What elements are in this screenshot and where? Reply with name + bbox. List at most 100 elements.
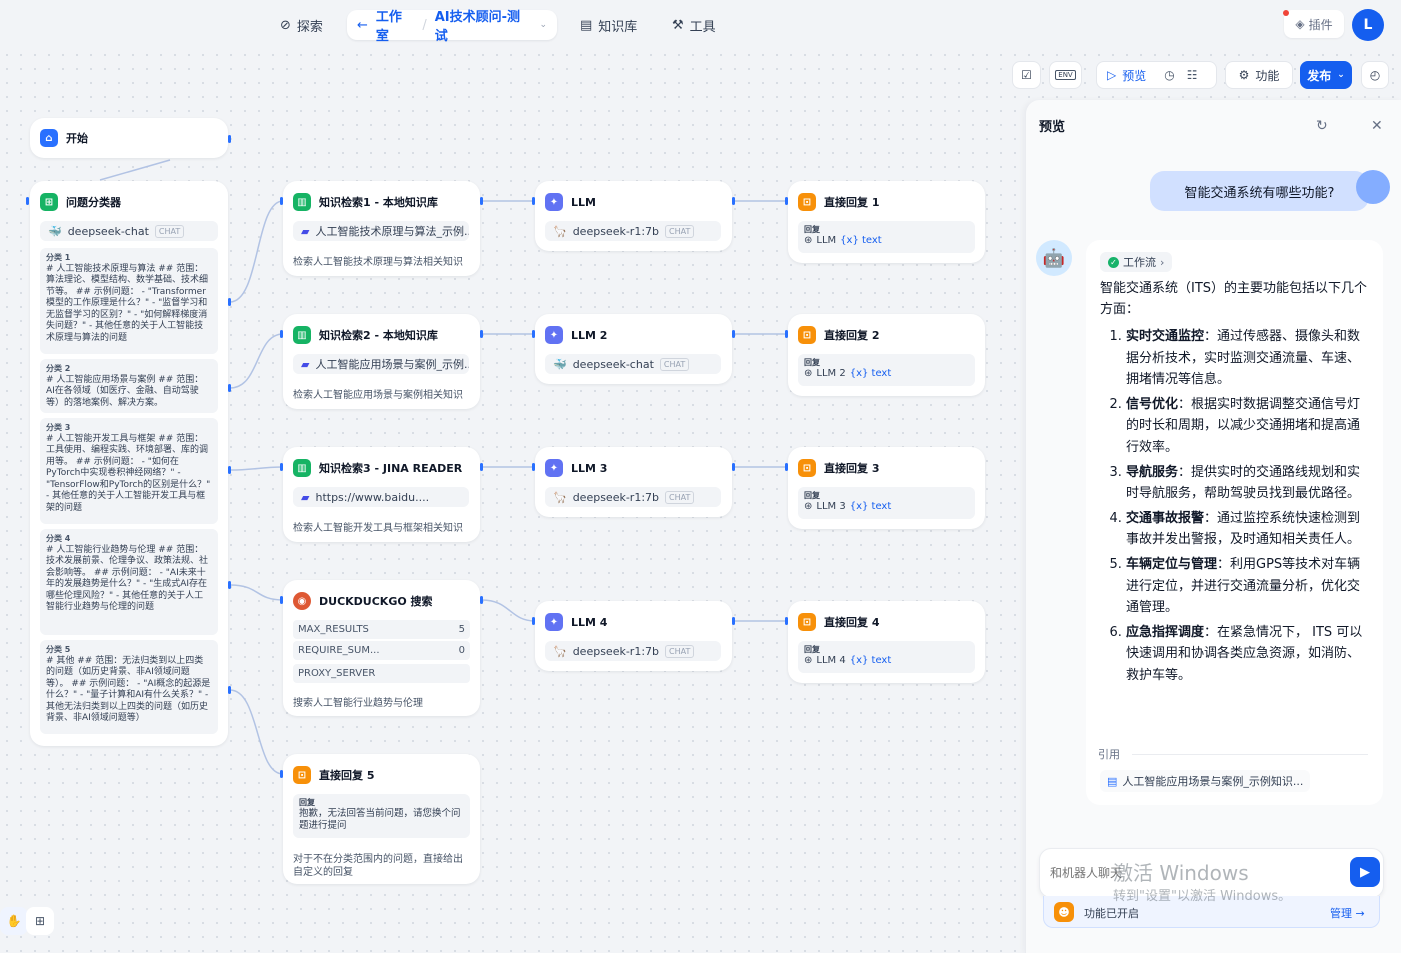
node-direct-answer-1[interactable]: ⊡ 直接回复 1 回复 ⊛ LLM {x} text [788,181,985,263]
dataset-item[interactable]: ▰ 人工智能技术原理与算法_示例... [293,221,469,241]
kr1-output-handle[interactable] [480,197,483,205]
llm-model[interactable]: 🦙 deepseek-r1:7b CHAT [545,221,721,241]
answer-output: 回复 ⊛ LLM 3 {x} text [798,487,975,519]
classifier-model[interactable]: 🐳 deepseek-chat CHAT [40,221,218,241]
node-duckduckgo-search[interactable]: ◉ DUCKDUCKGO 搜索 MAX_RESULTS 5 REQUIRE_SU… [283,580,480,716]
app-name[interactable]: AI技术顾问-测试 [435,6,532,44]
answer-icon: ⊡ [798,613,816,631]
folder-icon: ▰ [301,490,310,504]
layout-button[interactable]: ⊞ [26,907,54,935]
node-question-classifier[interactable]: ⊞ 问题分类器 🐳 deepseek-chat CHAT 分类 1 # 人工智能… [30,181,228,746]
node-llm-2[interactable]: ✦ LLM 2 🐳 deepseek-chat CHAT [535,314,732,384]
llm-model[interactable]: 🦙 deepseek-r1:7b CHAT [545,641,721,661]
answer-output: 回复 ⊛ LLM 2 {x} text [798,354,975,386]
bot-answer: ✓ 工作流 › 智能交通系统（ITS）的主要功能包括以下几个方面： 实时交通监控… [1086,240,1383,805]
class-2-handle[interactable] [228,384,231,392]
list-item: 应急指挥调度：在紧急情况下， ITS 可以快速调用和协调各类应急资源，如消防、救… [1126,622,1369,687]
manage-link[interactable]: 管理 → [1330,905,1365,921]
llm3-output-handle[interactable] [732,463,735,471]
citation-item[interactable]: ▤ 人工智能应用场景与案例_示例知识... [1100,770,1311,792]
dataset-item[interactable]: ▰ 人工智能应用场景与案例_示例... [293,354,469,374]
list-item: 车辆定位与管理：利用GPS等技术对车辆进行定位，并进行交通流量分析，优化交通管理… [1126,554,1369,619]
llm1-input-handle[interactable] [532,197,535,205]
class-3-handle[interactable] [228,466,231,474]
node-direct-answer-3[interactable]: ⊡ 直接回复 3 回复 ⊛ LLM 3 {x} text [788,447,985,529]
llm-icon: ✦ [545,193,563,211]
pan-mode-button[interactable]: ✋ [0,907,28,935]
nav-studio[interactable]: 工作室 [376,6,414,44]
kr2-input-handle[interactable] [280,330,283,338]
node-llm-3[interactable]: ✦ LLM 3 🦙 deepseek-r1:7b CHAT [535,447,732,517]
duckduckgo-icon: ◉ [293,592,311,610]
llm-model[interactable]: 🦙 deepseek-r1:7b CHAT [545,487,721,507]
ddg-output-handle[interactable] [480,596,483,604]
node-llm-1[interactable]: ✦ LLM 🦙 deepseek-r1:7b CHAT [535,181,732,251]
ans4-input-handle[interactable] [785,617,788,625]
ans2-input-handle[interactable] [785,330,788,338]
llm4-input-handle[interactable] [532,617,535,625]
nav-tools[interactable]: ⚒ 工具 [672,12,716,38]
folder-icon: ▰ [301,224,310,238]
answer-icon: ⊡ [798,459,816,477]
llm-small-icon: ⊛ [804,655,813,666]
ans3-input-handle[interactable] [785,463,788,471]
node-direct-answer-2[interactable]: ⊡ 直接回复 2 回复 ⊛ LLM 2 {x} text [788,314,985,396]
database-icon: ▥ [293,326,311,344]
chevron-down-icon[interactable]: ⌄ [539,20,547,30]
compass-icon: ⊘ [280,17,291,33]
book-icon: ▤ [580,17,593,33]
class-4-handle[interactable] [228,581,231,589]
llm4-output-handle[interactable] [732,617,735,625]
node-description: 检索人工智能开发工具与框架相关知识 [293,523,463,534]
llm-model[interactable]: 🐳 deepseek-chat CHAT [545,354,721,374]
start-output-handle[interactable] [228,135,231,143]
llm1-output-handle[interactable] [732,197,735,205]
top-nav: ⊘ 探索 ← 工作室 / AI技术顾问-测试 ⌄ ▤ 知识库 ⚒ 工具 ◈ 插件… [0,0,1401,48]
folder-icon: ▰ [301,357,310,371]
node-knowledge-retrieval-2[interactable]: ▥ 知识检索2 - 本地知识库 ▰ 人工智能应用场景与案例_示例... 检索人工… [283,314,480,409]
avatar[interactable]: L [1352,9,1384,41]
ans5-input-handle[interactable] [280,770,283,778]
node-knowledge-retrieval-3[interactable]: ▥ 知识检索3 - JINA READER ▰ https://www.baid… [283,447,480,542]
plugins-button[interactable]: ◈ 插件 [1284,10,1344,38]
arrow-left-icon[interactable]: ← [357,18,368,33]
nav-studio-breadcrumb[interactable]: ← 工作室 / AI技术顾问-测试 ⌄ [347,10,557,44]
class-item-2: 分类 2 # 人工智能应用场景与案例 ## 范围：AI在各领域（如医疗、金融、自… [40,359,218,413]
refresh-icon[interactable]: ↻ [1316,118,1328,134]
preview-title: 预览 [1039,120,1066,135]
dataset-item[interactable]: ▰ https://www.baidu.... [293,487,469,507]
features-on-icon: ☻ [1054,902,1074,922]
kr3-output-handle[interactable] [480,463,483,471]
llm3-input-handle[interactable] [532,463,535,471]
answer-icon: ⊡ [798,193,816,211]
ans1-input-handle[interactable] [785,197,788,205]
home-icon: ⌂ [40,129,58,147]
kr2-output-handle[interactable] [480,330,483,338]
node-direct-answer-4[interactable]: ⊡ 直接回复 4 回复 ⊛ LLM 4 {x} text [788,601,985,683]
ddg-input-handle[interactable] [280,596,283,604]
classifier-input-handle[interactable] [26,197,29,205]
kr3-input-handle[interactable] [280,463,283,471]
llm2-input-handle[interactable] [532,330,535,338]
answer-output: 回复 抱歉，无法回答当前问题，请您换个问题进行提问 [293,794,470,838]
kr1-input-handle[interactable] [280,197,283,205]
citation-label: 引用 [1098,748,1120,761]
hammer-icon: ⚒ [672,17,684,33]
llm2-output-handle[interactable] [732,330,735,338]
class-item-4: 分类 4 # 人工智能行业趋势与伦理 ## 范围：技术发展前景、伦理争议、政策法… [40,529,218,635]
workflow-status[interactable]: ✓ 工作流 › [1100,252,1173,272]
close-icon[interactable]: ✕ [1371,118,1383,134]
nav-explore[interactable]: ⊘ 探索 [280,12,323,38]
class-5-handle[interactable] [228,686,231,694]
send-button[interactable]: ▶ [1350,857,1380,887]
node-knowledge-retrieval-1[interactable]: ▥ 知识检索1 - 本地知识库 ▰ 人工智能技术原理与算法_示例... 检索人工… [283,181,480,276]
nav-knowledge[interactable]: ▤ 知识库 [580,12,637,38]
class-1-handle[interactable] [228,298,231,306]
node-llm-4[interactable]: ✦ LLM 4 🦙 deepseek-r1:7b CHAT [535,601,732,671]
windows-activation-watermark: 激活 Windows [1113,861,1249,885]
node-start[interactable]: ⌂ 开始 [30,118,228,158]
robot-icon: 🤖 [1042,247,1066,269]
node-direct-answer-5[interactable]: ⊡ 直接回复 5 回复 抱歉，无法回答当前问题，请您换个问题进行提问 对于不在分… [283,754,480,884]
deepseek-whale-icon: 🐳 [48,224,62,238]
node-description-2: 自定义的回复 [293,867,353,878]
